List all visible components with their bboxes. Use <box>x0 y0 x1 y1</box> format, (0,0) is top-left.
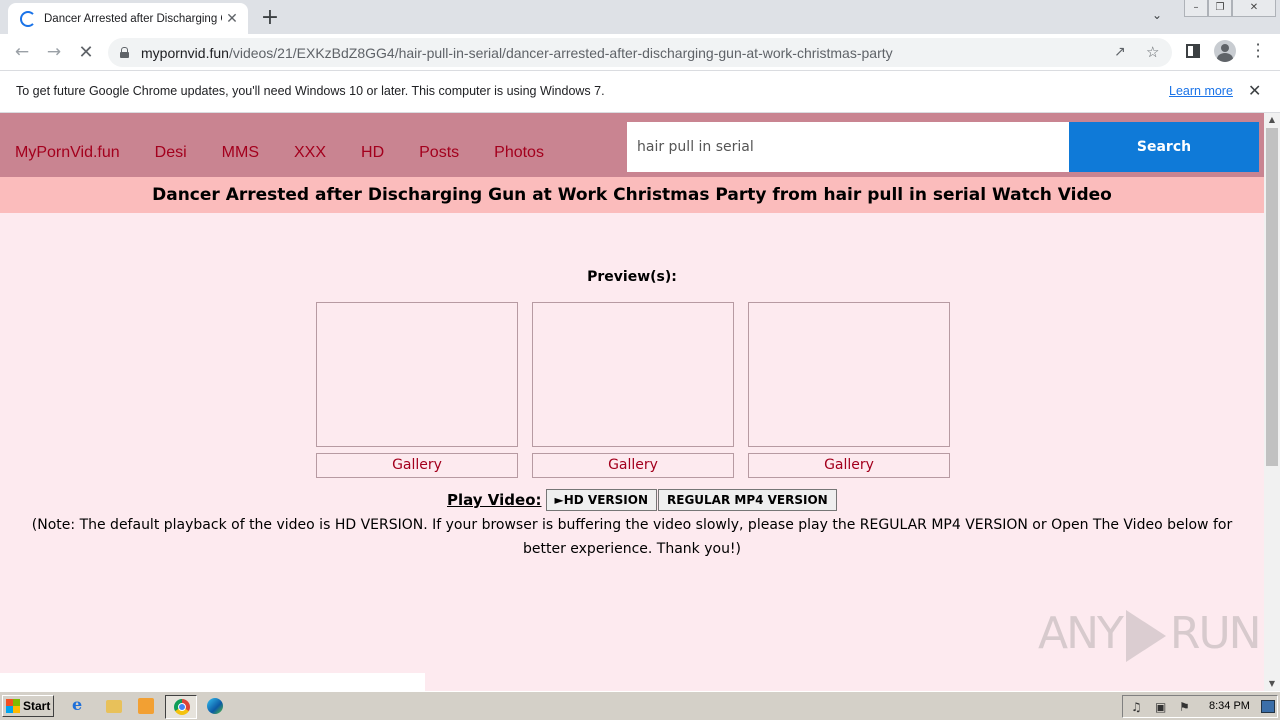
browser-tab[interactable]: Dancer Arrested after Discharging Gun at… <box>8 3 248 34</box>
back-arrow-icon[interactable]: ← <box>11 42 33 62</box>
restore-button[interactable]: ❐ <box>1208 0 1232 17</box>
tab-title: Dancer Arrested after Discharging Gun at… <box>44 12 222 25</box>
gallery-button-1[interactable]: Gallery <box>316 453 518 478</box>
profile-avatar-icon[interactable] <box>1214 40 1236 62</box>
chrome-icon <box>174 699 190 715</box>
hd-version-button[interactable]: ►HD VERSION <box>545 489 657 511</box>
page-title-bar: Dancer Arrested after Discharging Gun at… <box>0 177 1264 213</box>
windows-logo-icon <box>6 699 20 713</box>
learn-more-link[interactable]: Learn more <box>1169 84 1233 98</box>
preview-thumbnail-3[interactable] <box>748 302 950 447</box>
site-header: MyPornVid.fun Desi MMS XXX HD Posts Phot… <box>0 113 1264 177</box>
play-triangle-icon <box>1125 610 1166 662</box>
play-video-label: Play Video: <box>447 491 542 509</box>
anyrun-watermark: ANY RUN <box>1038 608 1262 662</box>
gallery-button-3[interactable]: Gallery <box>748 453 950 478</box>
minimize-button[interactable]: – <box>1184 0 1208 17</box>
site-nav: MyPornVid.fun Desi MMS XXX HD Posts Phot… <box>15 144 579 162</box>
share-icon[interactable]: ↗ <box>1114 44 1126 60</box>
watermark-right-text: RUN <box>1169 608 1262 659</box>
infobar-close-icon[interactable]: ✕ <box>1248 81 1261 100</box>
network-icon[interactable]: ▣ <box>1155 700 1166 714</box>
nav-link-photos[interactable]: Photos <box>494 144 544 162</box>
infobar-message: To get future Google Chrome updates, you… <box>16 84 605 98</box>
play-video-row: Play Video: ►HD VERSION REGULAR MP4 VERS… <box>447 489 837 511</box>
url-host: mypornvid.fun <box>141 44 229 61</box>
clock[interactable]: 8:34 PM <box>1209 700 1250 712</box>
chrome-taskbar-button[interactable] <box>165 695 197 719</box>
system-tray: ♫ ▣ ⚑ 8:34 PM <box>1122 695 1278 718</box>
kebab-menu-icon[interactable]: · · · <box>1252 37 1264 65</box>
windows-taskbar: Start e ♫ ▣ ⚑ 8:34 PM <box>0 691 1280 720</box>
volume-icon[interactable]: ♫ <box>1131 700 1142 714</box>
media-player-icon[interactable] <box>138 698 154 714</box>
update-infobar: To get future Google Chrome updates, you… <box>0 71 1280 113</box>
address-bar[interactable]: mypornvid.fun/videos/21/EXKzBdZ8GG4/hair… <box>108 38 1172 67</box>
nav-link-xxx[interactable]: XXX <box>294 144 326 162</box>
scroll-up-arrow-icon[interactable]: ▲ <box>1264 113 1280 127</box>
page-scrollbar[interactable]: ▲ ▼ <box>1264 113 1280 691</box>
preview-thumbnail-1[interactable] <box>316 302 518 447</box>
preview-thumbnail-2[interactable] <box>532 302 734 447</box>
scroll-down-arrow-icon[interactable]: ▼ <box>1264 677 1280 691</box>
start-label: Start <box>23 699 51 713</box>
action-center-flag-icon[interactable]: ⚑ <box>1179 700 1190 714</box>
internet-explorer-icon[interactable]: e <box>72 695 88 714</box>
bookmark-star-icon[interactable]: ☆ <box>1146 43 1159 61</box>
browser-toolbar: ← → ✕ mypornvid.fun/videos/21/EXKzBdZ8GG… <box>0 34 1280 71</box>
nav-link-posts[interactable]: Posts <box>419 144 459 162</box>
show-desktop-icon[interactable] <box>1261 700 1275 713</box>
file-explorer-icon[interactable] <box>106 700 122 713</box>
bottom-white-strip <box>0 673 425 691</box>
scroll-thumb[interactable] <box>1266 128 1278 466</box>
nav-link-mms[interactable]: MMS <box>222 144 259 162</box>
nav-link-desi[interactable]: Desi <box>155 144 187 162</box>
url-path: /videos/21/EXKzBdZ8GG4/hair-pull-in-seri… <box>228 44 893 61</box>
new-tab-button[interactable]: + <box>258 5 282 30</box>
playback-note: (Note: The default playback of the video… <box>31 517 1233 557</box>
start-button[interactable]: Start <box>2 695 54 717</box>
forward-arrow-icon[interactable]: → <box>43 42 65 62</box>
page-title: Dancer Arrested after Discharging Gun at… <box>152 185 1112 205</box>
loading-spinner-icon <box>20 10 36 27</box>
stop-loading-icon[interactable]: ✕ <box>75 42 97 63</box>
regular-mp4-button[interactable]: REGULAR MP4 VERSION <box>658 489 837 511</box>
page-viewport: MyPornVid.fun Desi MMS XXX HD Posts Phot… <box>0 113 1264 691</box>
window-controls: – ❐ ✕ <box>1184 0 1276 17</box>
watermark-left-text: ANY <box>1038 608 1124 659</box>
nav-link-hd[interactable]: HD <box>361 144 384 162</box>
search-button[interactable]: Search <box>1069 122 1259 172</box>
window-close-button[interactable]: ✕ <box>1232 0 1276 17</box>
edge-icon[interactable] <box>207 698 223 714</box>
lock-icon[interactable] <box>120 47 129 58</box>
tab-search-chevron-icon[interactable]: ⌄ <box>1152 8 1162 22</box>
search-input[interactable] <box>627 122 1069 172</box>
side-panel-icon[interactable] <box>1186 44 1200 58</box>
tab-strip: Dancer Arrested after Discharging Gun at… <box>0 0 1280 34</box>
nav-link-home[interactable]: MyPornVid.fun <box>15 144 120 162</box>
preview-label: Preview(s): <box>587 269 677 285</box>
gallery-button-2[interactable]: Gallery <box>532 453 734 478</box>
url-text: mypornvid.fun/videos/21/EXKzBdZ8GG4/hair… <box>141 45 893 61</box>
tab-close-icon[interactable]: ✕ <box>224 11 240 27</box>
